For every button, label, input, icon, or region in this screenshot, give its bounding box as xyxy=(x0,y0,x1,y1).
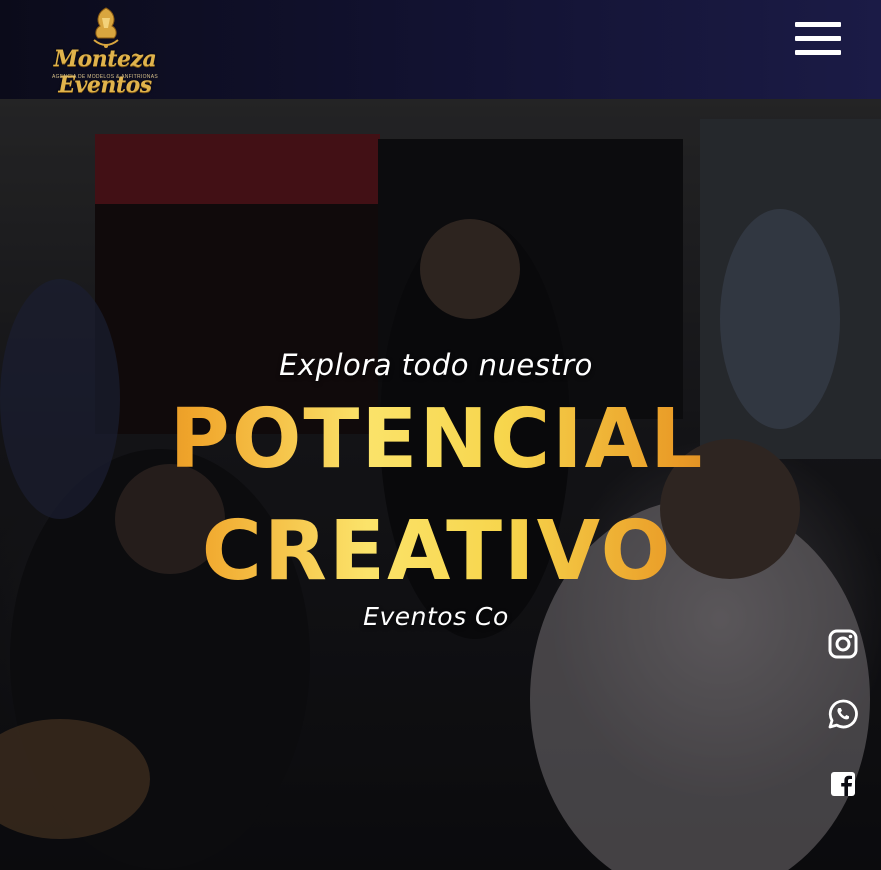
brand-logo[interactable]: Monteza Eventos AGENCIA DE MODELOS & ANF… xyxy=(24,6,186,98)
facebook-icon[interactable] xyxy=(827,768,859,800)
menu-bar xyxy=(795,22,841,27)
hero-section: Explora todo nuestro POTENCIAL CREATIVO … xyxy=(0,99,881,870)
hero-kicker: Explora todo nuestro xyxy=(279,348,593,382)
site-header: Monteza Eventos AGENCIA DE MODELOS & ANF… xyxy=(0,0,881,99)
menu-bar xyxy=(795,36,841,41)
hero-headline-line1: POTENCIAL xyxy=(0,399,874,481)
hero-headline-line2: CREATIVO xyxy=(0,511,874,593)
hero-copy: Explora todo nuestro POTENCIAL CREATIVO … xyxy=(0,99,881,870)
menu-bar xyxy=(795,50,841,55)
logo-wordmark: Monteza Eventos xyxy=(53,46,157,98)
hamburger-menu-icon[interactable] xyxy=(795,22,841,56)
logo-tagline: AGENCIA DE MODELOS & ANFITRIONAS xyxy=(51,74,158,80)
instagram-icon[interactable] xyxy=(827,628,859,660)
whatsapp-icon[interactable] xyxy=(827,698,859,730)
hero-subtitle: Eventos Co xyxy=(363,602,509,631)
